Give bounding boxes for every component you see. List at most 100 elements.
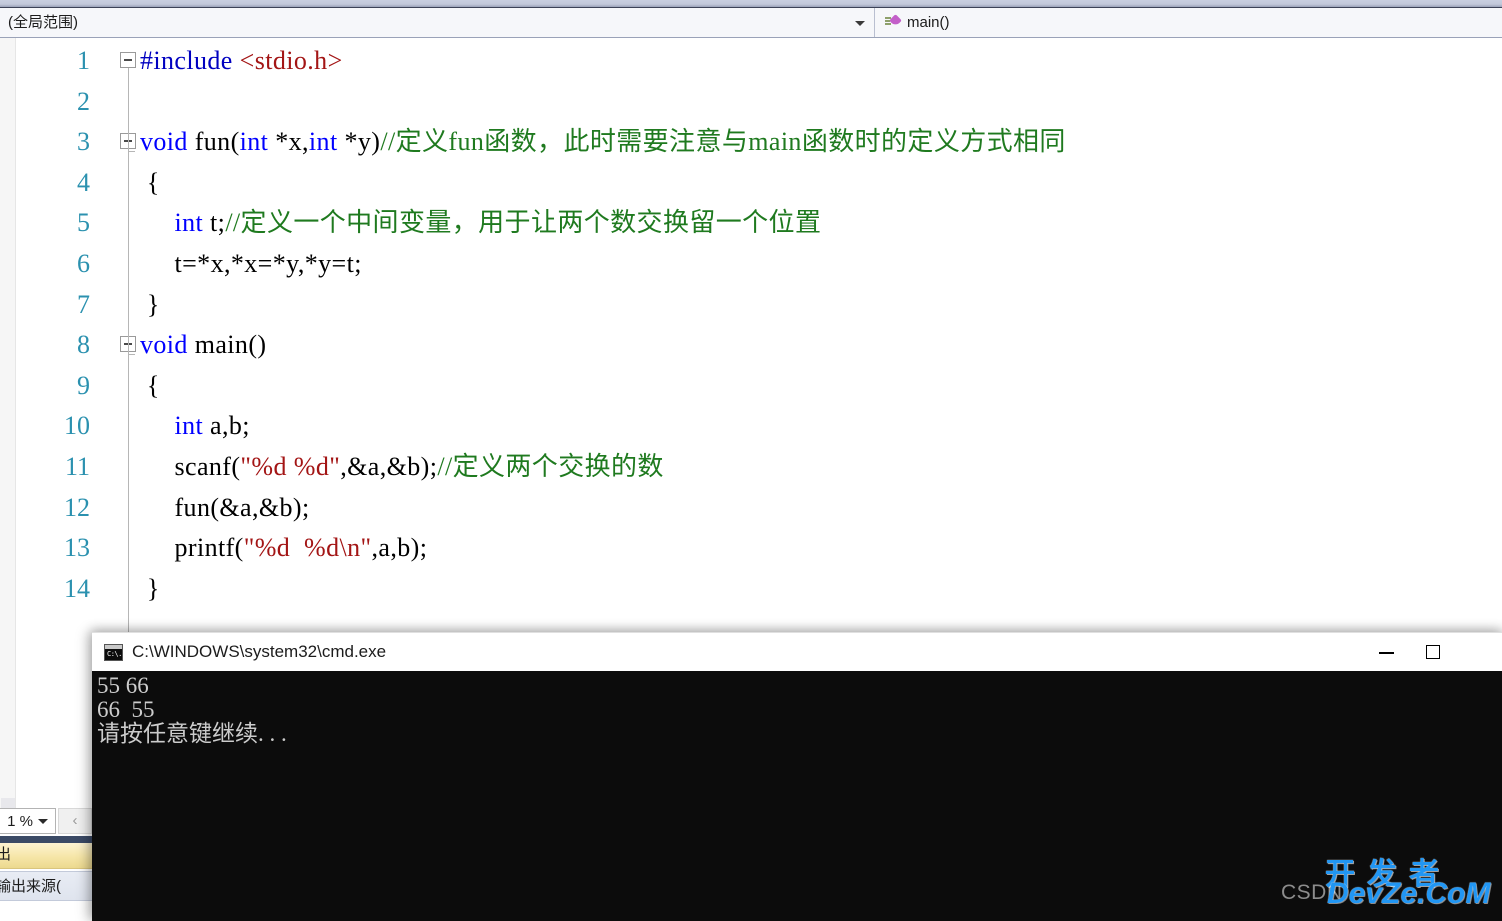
editor-zoom-level-value: 1 % <box>7 812 33 830</box>
code-line[interactable]: 3 void fun(int *x,int *y)//定义fun函数，此时需要注意… <box>0 122 1502 163</box>
code-line-text: t=*x,*x=*y,*y=t; <box>140 244 362 285</box>
code-line-text: } <box>140 285 160 326</box>
code-token-pl: printf( <box>140 533 244 563</box>
code-line[interactable]: 6 t=*x,*x=*y,*y=t; <box>0 244 1502 285</box>
fold-guide-line <box>127 352 135 640</box>
code-line-text: int a,b; <box>140 406 250 447</box>
code-line-text: #include <stdio.h> <box>140 41 343 82</box>
code-line[interactable]: 8 void main() <box>0 325 1502 366</box>
collapse-minus-icon[interactable] <box>120 52 136 68</box>
code-token-pl: { <box>140 167 160 197</box>
code-line[interactable]: 11 scanf("%d %d",&a,&b);//定义两个交换的数 <box>0 447 1502 488</box>
code-line-text: void fun(int *x,int *y)//定义fun函数，此时需要注意与… <box>140 122 1066 163</box>
code-line[interactable]: 9 { <box>0 366 1502 407</box>
line-number: 7 <box>77 289 90 319</box>
code-line-list: 1 #include <stdio.h> 2 3 void fun(int *x,int… <box>0 41 1502 640</box>
fold-guide-line <box>127 68 135 153</box>
minimize-button[interactable] <box>1364 633 1410 671</box>
console-line: 66 55 <box>97 697 155 722</box>
editor-navigation-bar: (全局范围) main() <box>0 8 1502 38</box>
code-token-pl: t; <box>203 208 226 238</box>
code-line-text: scanf("%d %d",&a,&b);//定义两个交换的数 <box>140 447 664 488</box>
minimize-icon <box>1379 652 1394 654</box>
code-line[interactable]: 10 int a,b; <box>0 406 1502 447</box>
code-token-kw: void <box>140 330 188 360</box>
code-token-pl: *y) <box>337 127 381 157</box>
line-number: 6 <box>77 248 90 278</box>
code-token-pl: a,b; <box>203 411 250 441</box>
code-line[interactable]: 13 printf("%d %d\n",a,b); <box>0 528 1502 569</box>
console-icon: C:\. <box>104 644 123 661</box>
chevron-down-icon <box>855 20 865 26</box>
line-number: 12 <box>64 492 90 522</box>
maximize-button[interactable] <box>1410 633 1456 671</box>
chevron-down-icon <box>38 819 48 824</box>
editor-vertical-scrollbar-thumb[interactable] <box>1 798 15 808</box>
code-line-text: { <box>140 163 160 204</box>
code-line-text: int t;//定义一个中间变量，用于让两个数交换留一个位置 <box>140 203 821 244</box>
code-token-kw: int <box>239 127 269 157</box>
scope-dropdown-value: (全局范围) <box>8 14 78 31</box>
code-token-pl: ,a,b); <box>371 533 428 563</box>
console-window[interactable]: C:\. C:\WINDOWS\system32\cmd.exe 55 66 66… <box>92 632 1502 921</box>
code-token-pl: } <box>140 573 160 603</box>
console-line: 55 66 <box>97 673 149 698</box>
code-token-pl: fun(&a,&b); <box>140 492 310 522</box>
code-line[interactable]: 1 #include <stdio.h> <box>0 41 1502 82</box>
line-number: 8 <box>77 330 90 360</box>
editor-zoom-level-dropdown[interactable]: 1 % <box>0 808 56 834</box>
code-line-text: void main() <box>140 325 266 366</box>
line-number: 5 <box>77 208 90 238</box>
line-number: 4 <box>77 167 90 197</box>
console-line: 请按任意键继续. . . <box>97 721 287 746</box>
member-dropdown[interactable]: main() <box>875 8 1502 37</box>
line-number: 11 <box>64 451 90 481</box>
code-token-pl: ,&a,&b); <box>340 451 438 481</box>
code-line-text: fun(&a,&b); <box>140 488 310 529</box>
code-line[interactable]: 5 int t;//定义一个中间变量，用于让两个数交换留一个位置 <box>0 203 1502 244</box>
ide-toolbar-strip <box>0 0 1502 8</box>
code-token-pl: t=*x,*x=*y,*y=t; <box>140 248 362 278</box>
code-line[interactable]: 4 { <box>0 163 1502 204</box>
code-token-pl: { <box>140 370 160 400</box>
code-token-pl: scanf( <box>140 451 241 481</box>
console-output-area[interactable]: 55 66 66 55 请按任意键继续. . . <box>92 671 1502 921</box>
code-line-text: printf("%d %d\n",a,b); <box>140 528 427 569</box>
code-line[interactable]: 12 fun(&a,&b); <box>0 488 1502 529</box>
horizontal-scroll-left-button[interactable]: ‹ <box>58 808 92 834</box>
code-line[interactable]: 7 } <box>0 285 1502 326</box>
console-titlebar[interactable]: C:\. C:\WINDOWS\system32\cmd.exe <box>92 632 1502 671</box>
line-number: 10 <box>64 411 90 441</box>
code-line[interactable]: 2 <box>0 82 1502 123</box>
line-number: 2 <box>77 86 90 116</box>
maximize-icon <box>1426 645 1440 659</box>
code-token-str: "%d %d\n" <box>243 533 372 563</box>
line-number: 1 <box>77 46 90 75</box>
member-dropdown-value: main() <box>907 14 950 31</box>
code-token-cmt: //定义两个交换的数 <box>437 451 664 481</box>
code-token-str: "%d %d" <box>240 451 341 481</box>
line-number: 9 <box>77 370 90 400</box>
code-line-text: } <box>140 569 160 610</box>
code-token-kw: int <box>308 127 338 157</box>
tab-output-label: 输出 <box>0 846 12 863</box>
tab-output[interactable]: 输出 <box>0 843 94 869</box>
method-icon <box>885 14 902 30</box>
code-token-kw: int <box>174 411 204 441</box>
code-token-cmt: //定义fun函数，此时需要注意与main函数时的定义方式相同 <box>380 127 1066 157</box>
code-line[interactable]: 14 } <box>0 569 1502 610</box>
output-source-label: 显示输出来源( <box>0 878 61 895</box>
code-token-kw: void <box>140 127 188 157</box>
code-token-pl: *x, <box>268 127 309 157</box>
console-title: C:\WINDOWS\system32\cmd.exe <box>132 642 387 661</box>
line-number: 13 <box>64 533 90 563</box>
code-token-pl: main() <box>187 330 267 360</box>
scope-dropdown[interactable]: (全局范围) <box>0 8 875 37</box>
fold-guide-line <box>127 149 135 356</box>
code-token-pl: } <box>140 289 160 319</box>
code-token-inc: <stdio.h> <box>239 46 343 75</box>
line-number: 3 <box>77 127 90 157</box>
line-number: 14 <box>64 573 90 603</box>
